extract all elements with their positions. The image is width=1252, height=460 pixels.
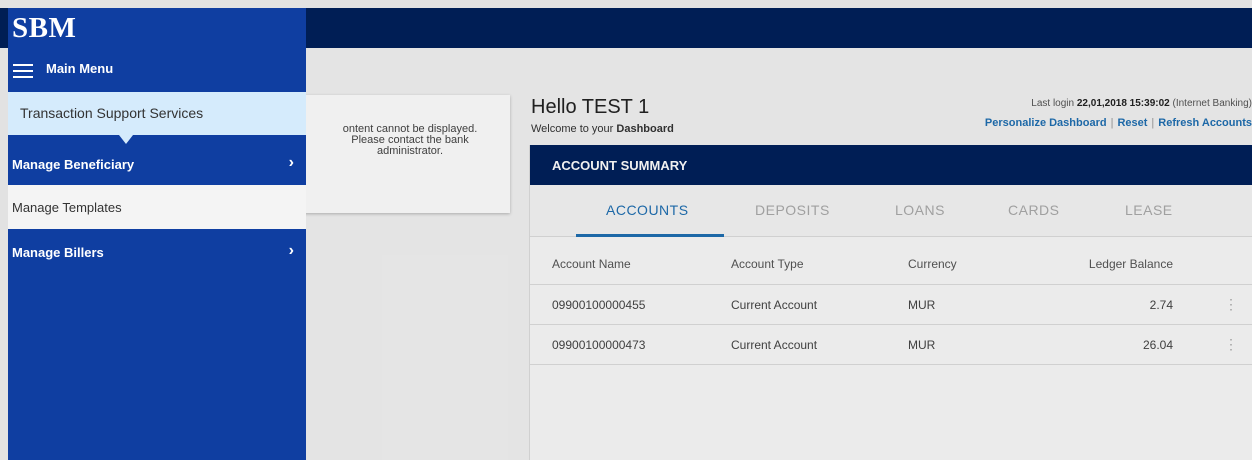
menu-item-manage-beneficiary[interactable]: Manage Beneficiary › [8, 135, 306, 185]
welcome-dashboard: Dashboard [616, 123, 674, 135]
more-options-icon[interactable]: ⋮ [1224, 296, 1238, 313]
account-type-cell: Current Account [731, 338, 818, 352]
sbm-logo: SBM [12, 12, 77, 44]
menu-item-manage-billers[interactable]: Manage Billers › [8, 229, 306, 273]
error-line: administrator. [376, 145, 444, 157]
tab-cards[interactable]: CARDS [1008, 202, 1060, 218]
account-name-cell[interactable]: 09900100000455 [552, 298, 645, 312]
last-login-value: 22,01,2018 15:39:02 [1076, 98, 1170, 109]
menu-item-transaction-support-services[interactable]: Transaction Support Services [8, 92, 306, 144]
link-separator: | [1151, 117, 1155, 129]
column-header-ledger-balance[interactable]: Ledger Balance [1089, 257, 1173, 271]
menu-item-label: Manage Beneficiary [12, 157, 135, 172]
table-row[interactable]: 09900100000455 Current Account MUR 2.74 … [530, 285, 1252, 325]
link-separator: | [1110, 117, 1114, 129]
personalize-dashboard-link[interactable]: Personalize Dashboard [985, 117, 1107, 129]
menu-item-label: Manage Templates [12, 200, 122, 215]
table-header-row: Account Name Account Type Currency Ledge… [530, 237, 1252, 285]
hamburger-menu-icon[interactable] [13, 64, 33, 78]
tab-lease[interactable]: LEASE [1125, 202, 1173, 218]
dashboard-links: Personalize Dashboard | Reset | Refresh Acco… [985, 117, 1252, 129]
ledger-balance-cell: 2.74 [1149, 298, 1173, 312]
tab-accounts[interactable]: ACCOUNTS [606, 202, 689, 218]
menu-item-label: Manage Billers [12, 245, 104, 260]
tab-deposits[interactable]: DEPOSITS [755, 202, 830, 218]
welcome-text: Welcome to your Dashboard [531, 123, 674, 135]
menu-item-label: Transaction Support Services [20, 105, 204, 121]
account-type-cell: Current Account [731, 298, 818, 312]
account-summary-panel: ACCOUNT SUMMARY ACCOUNTS DEPOSITS LOANS … [529, 145, 1252, 460]
refresh-accounts-link[interactable]: Refresh Accounts [1158, 117, 1252, 129]
column-header-account-name[interactable]: Account Name [552, 257, 631, 271]
account-name-cell[interactable]: 09900100000473 [552, 338, 645, 352]
menu-item-manage-templates[interactable]: Manage Templates [8, 185, 306, 229]
currency-cell: MUR [908, 298, 936, 312]
last-login-info: Last login 22,01,2018 15:39:02 (Internet… [1031, 98, 1252, 109]
more-options-icon[interactable]: ⋮ [1224, 336, 1238, 353]
last-login-suffix: (Internet Banking) [1172, 98, 1252, 109]
main-menu-toggle[interactable]: Main Menu [8, 58, 306, 90]
error-widget-message: ontent cannot be displayed. Please conta… [310, 124, 510, 157]
column-header-currency[interactable]: Currency [908, 257, 957, 271]
welcome-prefix: Welcome to your [531, 123, 614, 135]
tab-loans[interactable]: LOANS [895, 202, 945, 218]
currency-cell: MUR [908, 338, 936, 352]
table-row[interactable]: 09900100000473 Current Account MUR 26.04… [530, 325, 1252, 365]
last-login-prefix: Last login [1031, 98, 1075, 109]
ledger-balance-cell: 26.04 [1142, 338, 1173, 352]
column-header-account-type[interactable]: Account Type [731, 257, 804, 271]
side-menu: SBM Main Menu Transaction Support Servic… [8, 8, 306, 460]
chevron-right-icon: › [288, 154, 294, 171]
account-tabs: ACCOUNTS DEPOSITS LOANS CARDS LEASE [530, 185, 1252, 237]
account-summary-title: ACCOUNT SUMMARY [530, 145, 1252, 185]
accounts-table: Account Name Account Type Currency Ledge… [530, 237, 1252, 365]
reset-link[interactable]: Reset [1117, 117, 1147, 129]
chevron-right-icon: › [288, 242, 294, 259]
main-menu-label: Main Menu [46, 61, 114, 76]
page-title: Hello TEST 1 [531, 96, 650, 118]
